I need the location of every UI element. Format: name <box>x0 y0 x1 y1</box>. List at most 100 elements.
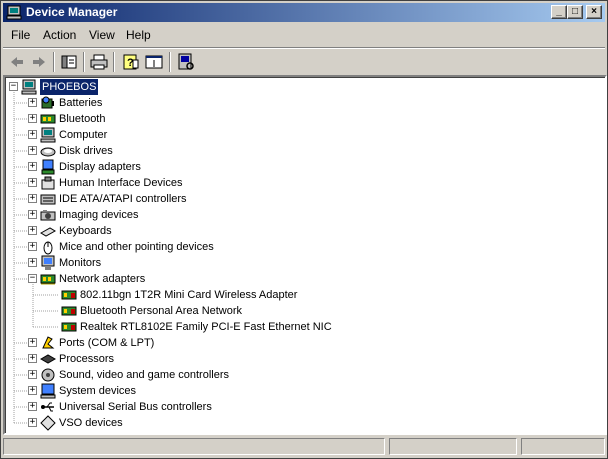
expand-icon[interactable]: + <box>28 258 37 267</box>
tree-category[interactable]: + System devices <box>5 383 605 399</box>
tree-category[interactable]: + Sound, video and game controllers <box>5 367 605 383</box>
forward-icon[interactable] <box>29 52 49 72</box>
tree-category[interactable]: + Batteries <box>5 95 605 111</box>
tree-device[interactable]: Bluetooth Personal Area Network <box>5 303 605 319</box>
expand-icon[interactable]: + <box>28 370 37 379</box>
tree-item-label: Imaging devices <box>59 209 139 221</box>
tree-category[interactable]: + Display adapters <box>5 159 605 175</box>
expand-icon[interactable]: + <box>28 386 37 395</box>
tree-item-label: Mice and other pointing devices <box>59 241 214 253</box>
mouse-icon <box>43 241 53 255</box>
expand-icon[interactable]: + <box>28 98 37 107</box>
scan-hardware-icon[interactable] <box>176 52 196 72</box>
print-icon[interactable] <box>89 52 109 72</box>
tree-category[interactable]: + IDE ATA/ATAPI controllers <box>5 191 605 207</box>
collapse-icon[interactable]: − <box>28 274 37 283</box>
expand-icon[interactable]: + <box>28 114 37 123</box>
tree-device[interactable]: Realtek RTL8102E Family PCI-E Fast Ether… <box>5 319 605 335</box>
back-icon[interactable] <box>7 52 27 72</box>
tree-category[interactable]: + Imaging devices <box>5 207 605 223</box>
toolbar-separator <box>83 52 85 72</box>
network-adapter-icon <box>40 274 56 285</box>
tree-device[interactable]: 802.11bgn 1T2R Mini Card Wireless Adapte… <box>5 287 605 303</box>
expand-icon[interactable]: + <box>28 210 37 219</box>
menu-action[interactable]: Action <box>43 28 76 42</box>
tree-item-label: Display adapters <box>59 161 141 173</box>
tree-item-label: Ports (COM & LPT) <box>59 337 155 349</box>
status-panel-middle <box>389 438 517 455</box>
minimize-button[interactable]: _ <box>551 5 567 19</box>
expand-icon[interactable]: + <box>28 194 37 203</box>
tree-category[interactable]: + Computer <box>5 127 605 143</box>
tree-item-label: Universal Serial Bus controllers <box>59 401 212 413</box>
show-hide-tree-icon[interactable] <box>59 52 79 72</box>
device-tree[interactable]: − PHOEBOS + Batteries + Bluetooth + Computer + Di… <box>3 75 607 435</box>
tree-item-label: IDE ATA/ATAPI controllers <box>59 193 187 205</box>
device-manager-icon <box>6 5 22 20</box>
expand-icon[interactable]: + <box>28 130 37 139</box>
collapse-icon[interactable]: − <box>9 82 18 91</box>
disk-drive-icon <box>40 147 56 157</box>
status-bar <box>3 437 605 456</box>
network-card-icon <box>61 306 77 316</box>
expand-icon[interactable]: + <box>28 146 37 155</box>
tree-category[interactable]: + Keyboards <box>5 223 605 239</box>
expand-icon[interactable]: + <box>28 418 37 427</box>
tree-item-label: Bluetooth Personal Area Network <box>80 305 243 317</box>
tree-item-label: 802.11bgn 1T2R Mini Card Wireless Adapte… <box>80 289 298 301</box>
tree-item-label: Disk drives <box>59 145 113 157</box>
help-icon[interactable]: ? <box>121 52 141 72</box>
tree-item-label: Network adapters <box>59 273 146 285</box>
display-adapter-icon <box>41 159 55 175</box>
tree-category[interactable]: + VSO devices <box>5 415 605 431</box>
tree-item-label: Keyboards <box>59 225 112 237</box>
tree-category[interactable]: + Ports (COM & LPT) <box>5 335 605 351</box>
tree-category[interactable]: + Processors <box>5 351 605 367</box>
keyboard-icon <box>40 227 56 237</box>
tree-item-label: PHOEBOS <box>40 79 99 95</box>
device-manager-window: Device Manager _ □ × File Action View He… <box>0 0 608 459</box>
expand-icon[interactable]: + <box>28 354 37 363</box>
toolbar-separator <box>53 52 55 72</box>
processor-icon <box>40 354 56 364</box>
close-button[interactable]: × <box>586 5 602 19</box>
tree-category[interactable]: + Mice and other pointing devices <box>5 239 605 255</box>
tree-category[interactable]: + Monitors <box>5 255 605 271</box>
bluetooth-icon <box>40 114 56 124</box>
expand-icon[interactable]: + <box>28 338 37 347</box>
properties-icon[interactable] <box>144 52 164 72</box>
hid-icon <box>41 176 55 190</box>
tree-category[interactable]: + Bluetooth <box>5 111 605 127</box>
expand-icon[interactable]: + <box>28 162 37 171</box>
menu-view[interactable]: View <box>89 28 115 42</box>
toolbar-separator <box>113 52 115 72</box>
imaging-device-icon <box>40 210 56 221</box>
expand-icon[interactable]: + <box>28 226 37 235</box>
tree-category[interactable]: + Disk drives <box>5 143 605 159</box>
expand-icon[interactable]: + <box>28 178 37 187</box>
expand-icon[interactable]: + <box>28 242 37 251</box>
tree-category[interactable]: + Human Interface Devices <box>5 175 605 191</box>
tree-category[interactable]: − Network adapters <box>5 271 605 287</box>
status-panel-right <box>521 438 605 455</box>
toolbar: ? <box>3 47 605 75</box>
computer-icon <box>40 127 56 143</box>
maximize-button[interactable]: □ <box>567 5 583 19</box>
tree-category[interactable]: + Universal Serial Bus controllers <box>5 399 605 415</box>
expand-icon[interactable]: + <box>28 402 37 411</box>
ide-controller-icon <box>40 194 56 205</box>
battery-icon <box>41 96 54 109</box>
tree-item-label: Monitors <box>59 257 102 269</box>
tree-item-label: Processors <box>59 353 115 365</box>
menu-help[interactable]: Help <box>126 28 151 42</box>
tree-item-label: Human Interface Devices <box>59 177 183 189</box>
toolbar-separator <box>169 52 171 72</box>
network-card-icon <box>61 322 77 332</box>
tree-item-label: Sound, video and game controllers <box>59 369 229 381</box>
title-bar[interactable]: Device Manager _ □ × <box>3 3 605 22</box>
tree-item-label: Bluetooth <box>59 113 106 125</box>
computer-icon <box>21 79 37 95</box>
menu-file[interactable]: File <box>11 28 30 42</box>
menu-bar: File Action View Help <box>3 24 605 46</box>
tree-root[interactable]: − PHOEBOS <box>5 79 605 95</box>
